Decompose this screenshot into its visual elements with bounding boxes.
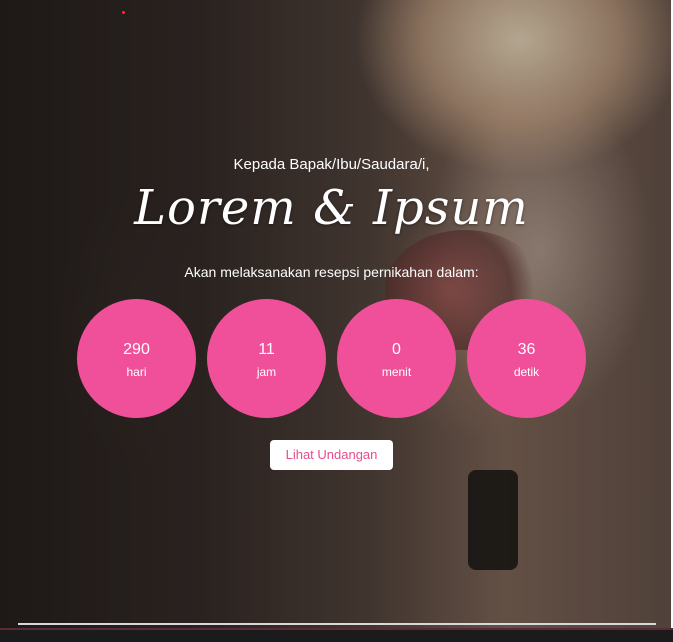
countdown-seconds-label: detik: [513, 365, 540, 379]
countdown-hours-label: jam: [256, 365, 277, 379]
countdown-seconds: 36 detik: [467, 299, 586, 418]
countdown-minutes-label: menit: [381, 365, 412, 379]
view-invitation-button[interactable]: Lihat Undangan: [270, 440, 393, 470]
hero-content: Kepada Bapak/Ibu/Saudara/i, Lorem & Ipsu…: [0, 0, 673, 628]
scrollbar-accent-line: [0, 628, 673, 630]
countdown-days-label: hari: [126, 365, 147, 379]
couple-names: Lorem & Ipsum: [134, 180, 529, 236]
scrollbar-track: [0, 628, 673, 642]
countdown-minutes-value: 0: [392, 341, 401, 358]
countdown-days: 290 hari: [77, 299, 196, 418]
greeting-text: Kepada Bapak/Ibu/Saudara/i,: [233, 156, 430, 173]
countdown-hours-value: 11: [258, 341, 275, 358]
countdown-seconds-value: 36: [517, 341, 536, 358]
countdown-hours: 11 jam: [207, 299, 326, 418]
countdown-days-value: 290: [123, 341, 150, 358]
horizontal-scrollbar[interactable]: [18, 623, 656, 625]
countdown-minutes: 0 menit: [337, 299, 456, 418]
countdown-subtitle: Akan melaksanakan resepsi pernikahan dal…: [184, 264, 479, 280]
